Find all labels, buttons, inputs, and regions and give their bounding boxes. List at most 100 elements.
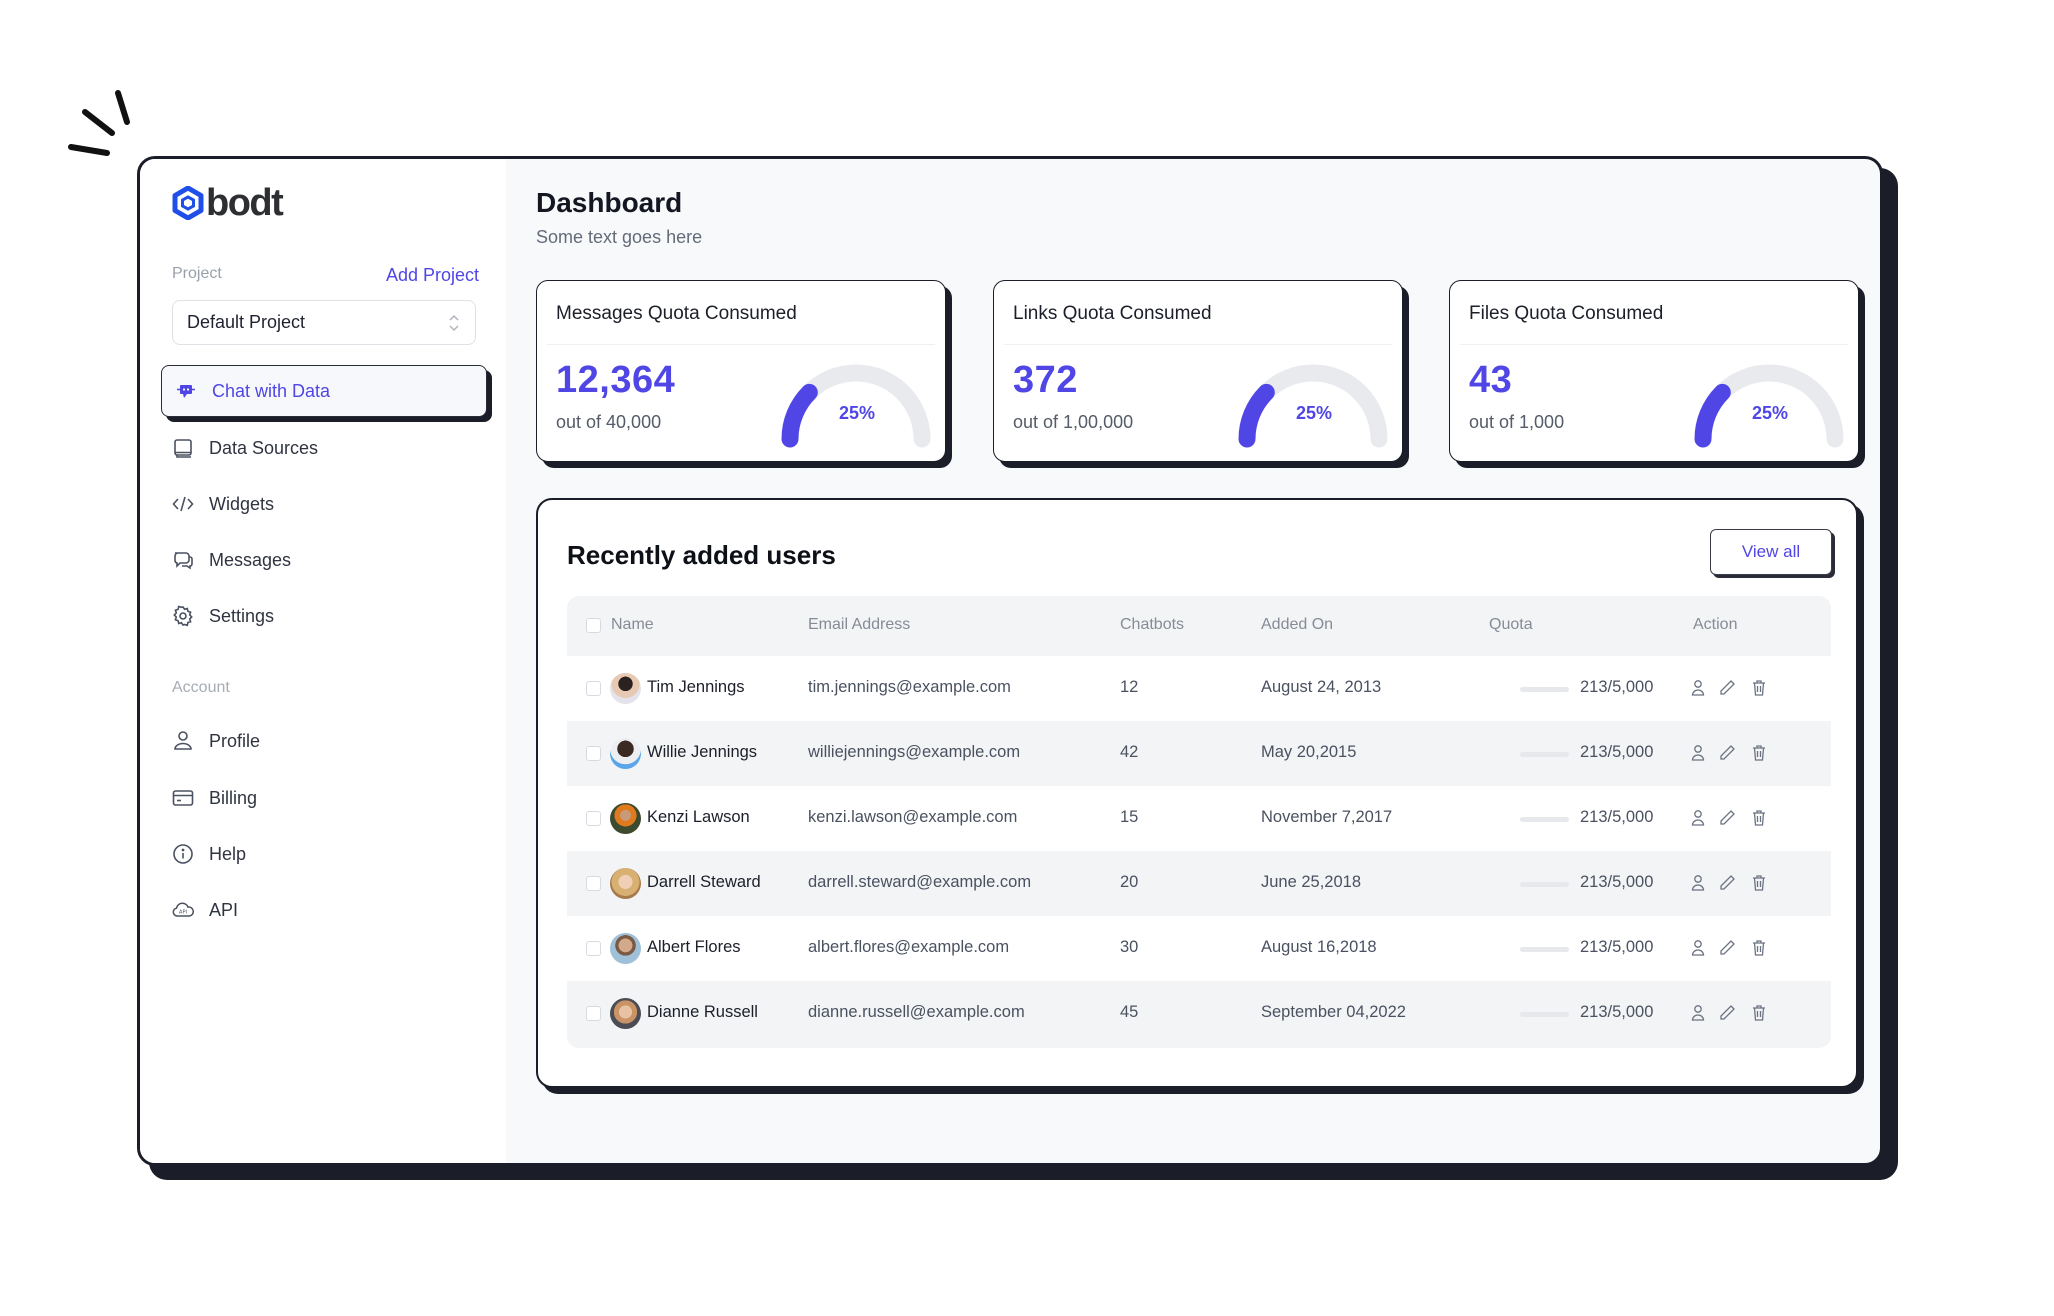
column-header-quota[interactable]: Quota: [1489, 616, 1533, 634]
pencil-icon: [1720, 875, 1735, 890]
user-name: Tim Jennings: [647, 678, 745, 696]
user-chatbots: 15: [1120, 808, 1139, 826]
delete-user-button[interactable]: [1749, 938, 1769, 958]
card-value: 43: [1469, 359, 1513, 401]
delete-user-button[interactable]: [1749, 808, 1769, 828]
hexagon-logo-icon: [172, 186, 204, 220]
avatar: [610, 738, 641, 769]
row-checkbox[interactable]: [586, 941, 601, 956]
credit-card-icon: [172, 787, 194, 809]
page-title: Dashboard: [536, 187, 683, 218]
sidebar-item-settings[interactable]: Settings: [172, 598, 274, 634]
chat-bot-icon: [175, 380, 197, 402]
view-user-button[interactable]: [1688, 743, 1708, 763]
trash-icon: [1753, 810, 1765, 826]
view-user-button[interactable]: [1688, 873, 1708, 893]
user-name: Darrell Steward: [647, 873, 761, 891]
card-out-of: out of 1,000: [1469, 412, 1565, 432]
sidebar-item-label: Data Sources: [209, 437, 319, 458]
edit-user-button[interactable]: [1717, 678, 1737, 698]
user-icon: [1691, 745, 1705, 761]
user-chatbots: 42: [1120, 743, 1139, 761]
sidebar-item-label: Settings: [209, 605, 275, 626]
sidebar-item-profile[interactable]: Profile: [172, 723, 260, 759]
page-subtitle: Some text goes here: [536, 227, 703, 247]
user-icon: [1691, 1005, 1705, 1021]
user-icon: [1691, 810, 1705, 826]
svg-text:API: API: [179, 910, 187, 916]
card-divider: [1460, 344, 1848, 345]
column-header-name[interactable]: Name: [611, 616, 654, 634]
column-header-added-on[interactable]: Added On: [1261, 616, 1333, 634]
edit-user-button[interactable]: [1717, 938, 1737, 958]
row-checkbox[interactable]: [586, 876, 601, 891]
edit-user-button[interactable]: [1717, 808, 1737, 828]
code-icon: [172, 493, 194, 515]
column-header-email[interactable]: Email Address: [808, 616, 910, 634]
delete-user-button[interactable]: [1749, 873, 1769, 893]
users-table: Name Email Address Chatbots Added On Quo…: [567, 596, 1831, 1048]
view-user-button[interactable]: [1688, 678, 1708, 698]
delete-user-button[interactable]: [1749, 678, 1769, 698]
gauge-fill: [1238, 383, 1275, 448]
edit-user-button[interactable]: [1717, 1003, 1737, 1023]
gauge-fill: [1694, 383, 1731, 448]
view-all-button[interactable]: View all: [1710, 529, 1832, 575]
recently-added-users-panel: Recently added users View all Name Email…: [536, 498, 1858, 1088]
user-chatbots: 45: [1120, 1003, 1139, 1021]
avatar: [610, 803, 641, 834]
row-checkbox[interactable]: [586, 746, 601, 761]
edit-user-button[interactable]: [1717, 873, 1737, 893]
book-icon: [172, 437, 194, 459]
chat-bubbles-icon: [172, 549, 194, 571]
project-select[interactable]: Default Project: [172, 300, 476, 345]
delete-user-button[interactable]: [1749, 1003, 1769, 1023]
user-name: Kenzi Lawson: [647, 808, 750, 826]
card-title: Messages Quota Consumed: [556, 303, 797, 324]
card-out-of: out of 40,000: [556, 412, 662, 432]
edit-user-button[interactable]: [1717, 743, 1737, 763]
messages-quota-card: Messages Quota Consumed 12,364 out of 40…: [536, 280, 946, 462]
column-header-chatbots[interactable]: Chatbots: [1120, 616, 1184, 634]
add-project-link[interactable]: Add Project: [386, 265, 479, 286]
row-checkbox[interactable]: [586, 811, 601, 826]
row-checkbox[interactable]: [586, 681, 601, 696]
sidebar-item-label: Profile: [209, 730, 261, 751]
card-out-of: out of 1,00,000: [1013, 412, 1134, 432]
sidebar-item-billing[interactable]: Billing: [172, 780, 257, 816]
view-user-button[interactable]: [1688, 1003, 1708, 1023]
links-quota-card: Links Quota Consumed 372 out of 1,00,000…: [993, 280, 1403, 462]
sidebar-item-api[interactable]: API API: [172, 892, 238, 928]
pencil-icon: [1720, 940, 1735, 955]
row-checkbox[interactable]: [586, 1006, 601, 1021]
brand-name: bodt: [206, 182, 284, 224]
sidebar-item-chat-with-data[interactable]: Chat with Data: [161, 365, 487, 417]
sidebar-item-widgets[interactable]: Widgets: [172, 486, 274, 522]
sidebar-item-help[interactable]: Help: [172, 836, 246, 872]
quota-bar: [1520, 817, 1569, 822]
user-quota: 213/5,000: [1580, 938, 1654, 956]
user-added-on: August 16,2018: [1261, 938, 1377, 956]
view-user-button[interactable]: [1688, 938, 1708, 958]
user-icon: [172, 730, 194, 752]
user-quota: 213/5,000: [1580, 678, 1654, 696]
account-section-label: Account: [172, 679, 230, 696]
sidebar-item-label: Help: [209, 843, 247, 864]
table-header: Name Email Address Chatbots Added On Quo…: [567, 596, 1831, 656]
sidebar-item-data-sources[interactable]: Data Sources: [172, 430, 318, 466]
brand-logo[interactable]: bodt: [172, 182, 284, 224]
card-value: 372: [1013, 359, 1078, 401]
select-all-checkbox[interactable]: [586, 618, 601, 633]
card-value: 12,364: [556, 359, 676, 401]
main-content: Dashboard Some text goes here Messages Q…: [506, 159, 1880, 1163]
view-user-button[interactable]: [1688, 808, 1708, 828]
sidebar-item-messages[interactable]: Messages: [172, 542, 291, 578]
delete-user-button[interactable]: [1749, 743, 1769, 763]
avatar: [610, 868, 641, 899]
user-added-on: November 7,2017: [1261, 808, 1393, 826]
quota-bar: [1520, 752, 1569, 757]
app-window: bodt Project Add Project Default Project…: [137, 156, 1883, 1166]
user-email: kenzi.lawson@example.com: [808, 808, 1018, 826]
gear-icon: [172, 605, 194, 627]
column-header-action: Action: [1693, 616, 1738, 633]
